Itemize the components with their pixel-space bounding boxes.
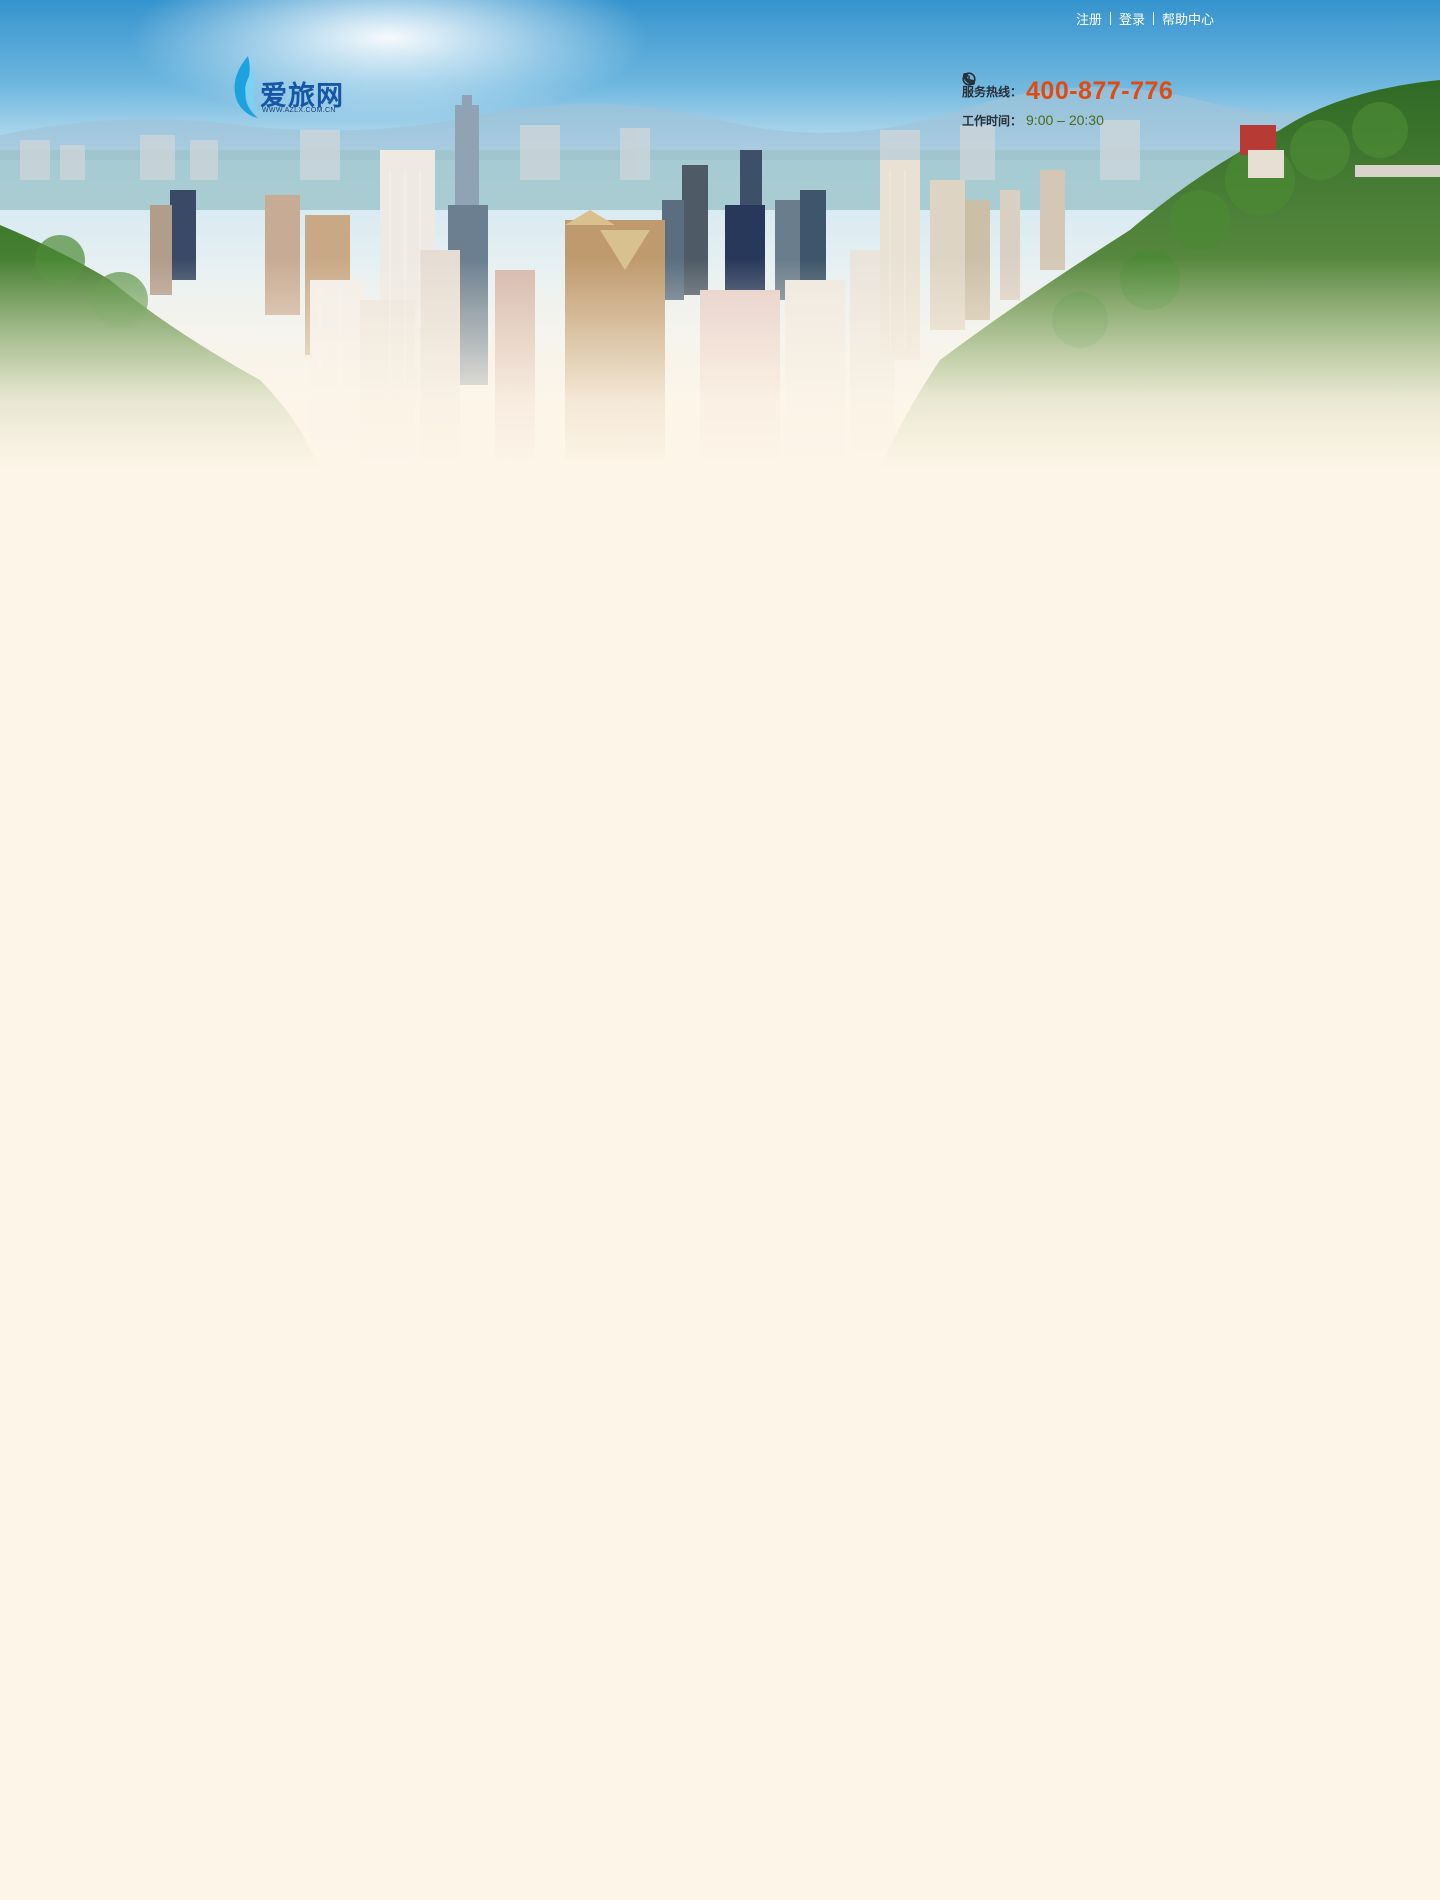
city-skyline-illustration [0, 0, 1440, 470]
login-link[interactable]: 登录 [1119, 9, 1145, 28]
link-divider [1110, 11, 1112, 25]
link-divider [1153, 11, 1155, 25]
clock-icon [962, 72, 976, 86]
flame-logo-icon [234, 56, 258, 118]
register-link[interactable]: 注册 [1076, 9, 1102, 28]
top-links: 注册 登录 帮助中心 [1076, 9, 1214, 27]
hotline-number: 400-877-776 [1026, 76, 1174, 105]
hero-banner: 注册 登录 帮助中心 爱旅网 WWW.AZLX.COM.CN 服务热线： 400… [0, 0, 1440, 470]
working-hours: 9:00 – 20:30 [1026, 112, 1104, 128]
hours-row: 工作时间： 9:00 – 20:30 [962, 72, 1222, 130]
contact-info: 服务热线： 400-877-776 工作时间： 9:00 – 20:30 [962, 72, 1222, 130]
hotline-row: 服务热线： 400-877-776 [962, 72, 1222, 110]
page-content-area [0, 470, 1440, 1900]
site-logo[interactable]: 爱旅网 WWW.AZLX.COM.CN [230, 54, 350, 122]
help-center-link[interactable]: 帮助中心 [1162, 9, 1214, 28]
logo-url: WWW.AZLX.COM.CN [262, 107, 336, 114]
hours-label: 工作时间： [962, 113, 1023, 128]
